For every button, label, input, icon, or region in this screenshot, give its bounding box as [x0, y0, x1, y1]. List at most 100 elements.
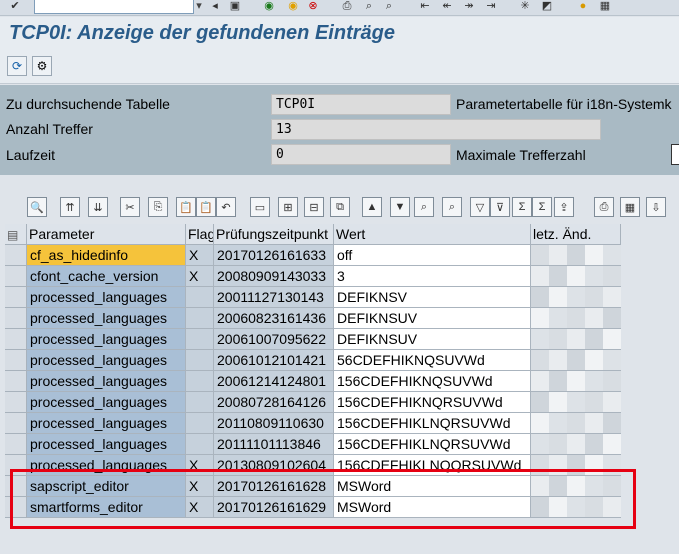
export-icon[interactable]: ⇪ [554, 197, 574, 217]
cell-value[interactable]: 156CDEFHIKNQSUVWd [334, 371, 531, 392]
refresh-icon[interactable]: ⟳ [7, 56, 27, 76]
find-icon[interactable]: ⌕ [362, 0, 376, 13]
row-selector[interactable] [5, 476, 27, 497]
paste-icon[interactable]: 📋 [176, 197, 196, 217]
cell-last-change[interactable] [531, 371, 621, 392]
dropdown-icon[interactable]: ▾ [192, 0, 206, 13]
cell-value[interactable]: MSWord [334, 476, 531, 497]
cell-flag[interactable]: X [186, 455, 214, 476]
table-row[interactable]: processed_languages 20110809110630 156CDEF… [5, 413, 621, 434]
last-page-icon[interactable]: ⇥ [484, 0, 498, 13]
row-selector[interactable] [5, 287, 27, 308]
cell-last-change[interactable] [531, 392, 621, 413]
exit-icon[interactable]: ◉ [286, 0, 300, 13]
sort-asc-icon[interactable]: ▲ [362, 197, 382, 217]
cell-last-change[interactable] [531, 287, 621, 308]
sort-desc-icon[interactable]: ▼ [390, 197, 410, 217]
cell-last-change[interactable] [531, 245, 621, 266]
filter-icon[interactable]: ▽ [470, 197, 490, 217]
table-row[interactable]: processed_languages 20061214124801 156CDEF… [5, 371, 621, 392]
append-row-icon[interactable]: ▭ [250, 197, 270, 217]
cell-timestamp[interactable]: 20080909143033 [214, 266, 334, 287]
table-row[interactable]: cf_as_hidedinfo X 20170126161633 off [5, 245, 621, 266]
cell-flag[interactable]: X [186, 266, 214, 287]
print-icon[interactable]: ⎙ [340, 0, 354, 13]
cell-value[interactable]: MSWord [334, 497, 531, 518]
cell-last-change[interactable] [531, 413, 621, 434]
cell-flag[interactable] [186, 350, 214, 371]
row-selector[interactable] [5, 371, 27, 392]
sum-icon[interactable]: Σ [512, 197, 532, 217]
cell-last-change[interactable] [531, 455, 621, 476]
copy-icon[interactable]: ⎘ [148, 197, 168, 217]
print-icon[interactable]: ⎙ [594, 197, 614, 217]
cell-parameter[interactable]: sapscript_editor [27, 476, 186, 497]
cell-value[interactable]: 56CDEFHIKNQSUVWd [334, 350, 531, 371]
cell-timestamp[interactable]: 20061007095622 [214, 329, 334, 350]
cell-parameter[interactable]: processed_languages [27, 455, 186, 476]
table-row[interactable]: cfont_cache_version X 20080909143033 3 [5, 266, 621, 287]
insert-row-icon[interactable]: ⊞ [278, 197, 298, 217]
delete-row-icon[interactable]: ⊟ [304, 197, 324, 217]
table-row[interactable]: processed_languages X 20130809102604 156CDE… [5, 455, 621, 476]
table-row[interactable]: processed_languages 20080728164126 156CDEF… [5, 392, 621, 413]
cell-timestamp[interactable]: 20110809110630 [214, 413, 334, 434]
cell-timestamp[interactable]: 20170126161629 [214, 497, 334, 518]
cell-value[interactable]: 156CDEFHIKLNQQRSUVWd [334, 455, 531, 476]
row-selector[interactable] [5, 329, 27, 350]
export-list-icon[interactable]: ⇩ [646, 197, 666, 217]
cell-timestamp[interactable]: 20011127130143 [214, 287, 334, 308]
find-icon[interactable]: ⌕ [414, 197, 434, 217]
select-all-icon[interactable]: ⇈ [60, 197, 80, 217]
row-selector[interactable] [5, 266, 27, 287]
cell-last-change[interactable] [531, 308, 621, 329]
cell-flag[interactable] [186, 413, 214, 434]
row-selector[interactable] [5, 434, 27, 455]
views-icon[interactable]: ▦ [620, 197, 640, 217]
back-icon[interactable]: ◉ [262, 0, 276, 13]
row-selector[interactable] [5, 308, 27, 329]
filter-delete-icon[interactable]: ⊽ [490, 197, 510, 217]
layout-icon[interactable]: ▦ [598, 0, 612, 13]
cell-parameter[interactable]: processed_languages [27, 392, 186, 413]
cell-value[interactable]: DEFIKNSUV [334, 329, 531, 350]
help-icon[interactable]: ● [576, 0, 590, 13]
cell-flag[interactable] [186, 392, 214, 413]
cell-value[interactable]: 156CDEFHIKLNQRSUVWd [334, 413, 531, 434]
cell-value[interactable]: off [334, 245, 531, 266]
table-row[interactable]: processed_languages 20061012101421 56CDEFH… [5, 350, 621, 371]
prev-page-icon[interactable]: ↞ [440, 0, 454, 13]
find-next-icon[interactable]: ⌕ [442, 197, 462, 217]
first-page-icon[interactable]: ⇤ [418, 0, 432, 13]
cell-value[interactable]: 156CDEFHIKLNQRSUVWd [334, 434, 531, 455]
cell-value[interactable]: DEFIKNSUV [334, 308, 531, 329]
details-icon[interactable]: 🔍 [27, 197, 47, 217]
checkmark-icon[interactable]: ✔ [8, 0, 22, 13]
col-header-timestamp[interactable]: Prüfungszeitpunkt [214, 224, 334, 245]
cell-last-change[interactable] [531, 476, 621, 497]
cell-timestamp[interactable]: 20130809102604 [214, 455, 334, 476]
cell-parameter[interactable]: cfont_cache_version [27, 266, 186, 287]
save-icon[interactable]: ▣ [228, 0, 242, 13]
max-hits-field[interactable] [671, 144, 679, 165]
cell-timestamp[interactable]: 20061214124801 [214, 371, 334, 392]
cell-parameter[interactable]: processed_languages [27, 413, 186, 434]
col-header-value[interactable]: Wert [334, 224, 531, 245]
cell-parameter[interactable]: processed_languages [27, 287, 186, 308]
row-selector[interactable] [5, 455, 27, 476]
deselect-all-icon[interactable]: ⇊ [88, 197, 108, 217]
table-row[interactable]: processed_languages 20060823161436 DEFIKNS… [5, 308, 621, 329]
cell-parameter[interactable]: smartforms_editor [27, 497, 186, 518]
row-selector[interactable] [5, 413, 27, 434]
cell-timestamp[interactable]: 20061012101421 [214, 350, 334, 371]
copy-row-icon[interactable]: ⧉ [330, 197, 350, 217]
cell-flag[interactable] [186, 287, 214, 308]
command-field[interactable] [34, 0, 194, 14]
paste-append-icon[interactable]: 📋 [196, 197, 216, 217]
cut-icon[interactable]: ✂ [120, 197, 140, 217]
table-row[interactable]: processed_languages 20011127130143 DEFIKNS… [5, 287, 621, 308]
row-selector[interactable] [5, 497, 27, 518]
cell-timestamp[interactable]: 20170126161628 [214, 476, 334, 497]
cell-last-change[interactable] [531, 350, 621, 371]
cell-last-change[interactable] [531, 266, 621, 287]
